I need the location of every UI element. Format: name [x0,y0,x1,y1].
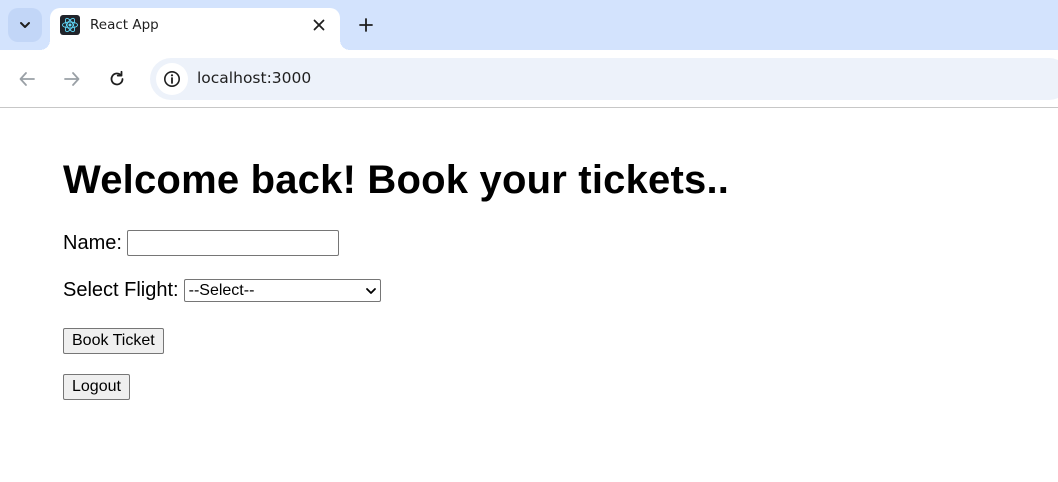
tab-title: React App [90,17,159,33]
flight-select-value: --Select-- [188,281,255,299]
tab-search-button[interactable] [8,8,42,42]
page-content: Welcome back! Book your tickets.. Name: … [63,108,1058,482]
tab-close-button[interactable] [308,14,330,36]
back-button[interactable] [13,65,41,93]
site-info-button[interactable] [156,63,188,95]
new-tab-button[interactable] [354,13,378,37]
chevron-down-icon [20,22,30,28]
react-logo-icon [60,15,80,35]
flight-select[interactable]: --Select-- [183,279,381,302]
reload-icon [110,70,124,86]
book-ticket-button[interactable]: Book Ticket [63,328,164,354]
logout-button[interactable]: Logout [63,374,130,400]
name-input[interactable] [126,230,339,256]
name-row: Name: [63,230,339,256]
browser-tabstrip: React App [0,0,1058,50]
url-text: localhost:3000 [197,69,312,87]
flight-label: Select Flight: [63,279,179,301]
flight-row: Select Flight: --Select-- [63,279,381,302]
chevron-down-icon [365,288,376,294]
plus-icon [359,18,373,32]
forward-button[interactable] [58,65,86,93]
arrow-right-icon [64,72,80,86]
close-icon [313,19,325,31]
page-title: Welcome back! Book your tickets.. [63,158,730,202]
browser-toolbar: localhost:3000 [0,50,1058,108]
browser-tab-active[interactable]: React App [40,8,350,50]
info-icon [164,71,180,87]
reload-button[interactable] [103,65,131,93]
name-label: Name: [63,231,122,254]
arrow-left-icon [19,72,35,86]
address-bar[interactable]: localhost:3000 [150,58,1058,100]
